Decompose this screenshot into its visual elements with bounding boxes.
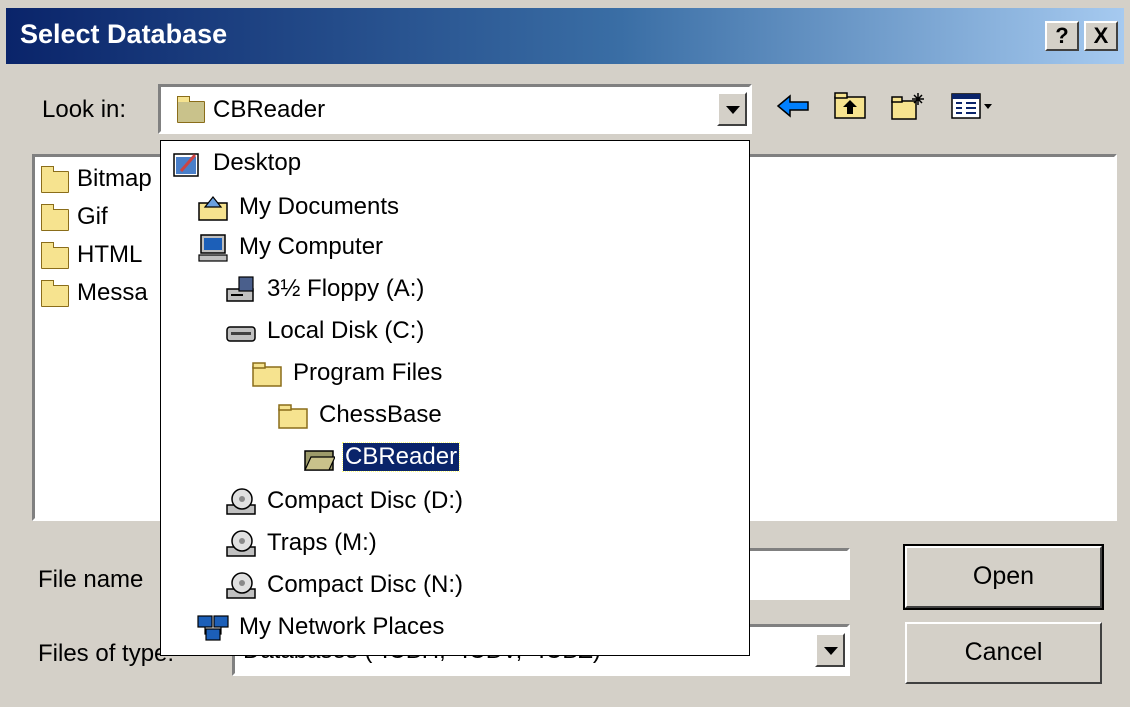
close-button[interactable]: X xyxy=(1084,21,1118,51)
my-computer-icon xyxy=(198,234,228,262)
look-in-label: Look in: xyxy=(42,96,127,123)
cancel-button[interactable]: Cancel xyxy=(905,622,1102,684)
hard-disk-icon xyxy=(226,326,256,342)
folder-icon xyxy=(41,204,69,231)
help-button[interactable]: ? xyxy=(1045,21,1079,51)
open-folder-icon xyxy=(177,96,205,123)
my-documents-icon xyxy=(198,196,228,221)
desktop-icon xyxy=(173,153,199,177)
up-one-level-icon[interactable] xyxy=(832,91,868,121)
look-in-combo[interactable]: CBReader xyxy=(158,84,752,134)
files-of-type-dropdown-button[interactable] xyxy=(815,633,845,667)
select-database-dialog: Select Database ? X Look in: CBReader Bi… xyxy=(0,0,1130,707)
folder-icon xyxy=(41,280,69,307)
folder-icon xyxy=(41,242,69,269)
open-button[interactable]: Open xyxy=(903,544,1104,610)
look-in-dropdown-button[interactable] xyxy=(717,92,747,126)
folder-icon xyxy=(41,166,69,193)
cd-drive-icon xyxy=(226,488,256,515)
view-menu-icon[interactable] xyxy=(950,91,994,121)
dialog-title: Select Database xyxy=(20,19,228,49)
title-bar[interactable]: Select Database ? X xyxy=(6,8,1124,64)
look-in-value: CBReader xyxy=(213,96,326,123)
floppy-drive-icon xyxy=(226,276,254,302)
folder-icon xyxy=(278,404,308,429)
file-name-label: File name xyxy=(38,566,144,593)
create-new-folder-icon[interactable] xyxy=(890,91,926,121)
look-in-dropdown-list[interactable]: Desktop My Documents My Computer 3½ Flop… xyxy=(160,140,750,656)
back-icon[interactable] xyxy=(776,91,812,121)
cd-drive-icon xyxy=(226,530,256,557)
files-of-type-label: Files of type: xyxy=(38,640,175,667)
open-folder-icon xyxy=(304,450,335,471)
folder-icon xyxy=(252,362,282,387)
cd-drive-icon xyxy=(226,572,256,599)
network-places-icon xyxy=(197,615,229,641)
